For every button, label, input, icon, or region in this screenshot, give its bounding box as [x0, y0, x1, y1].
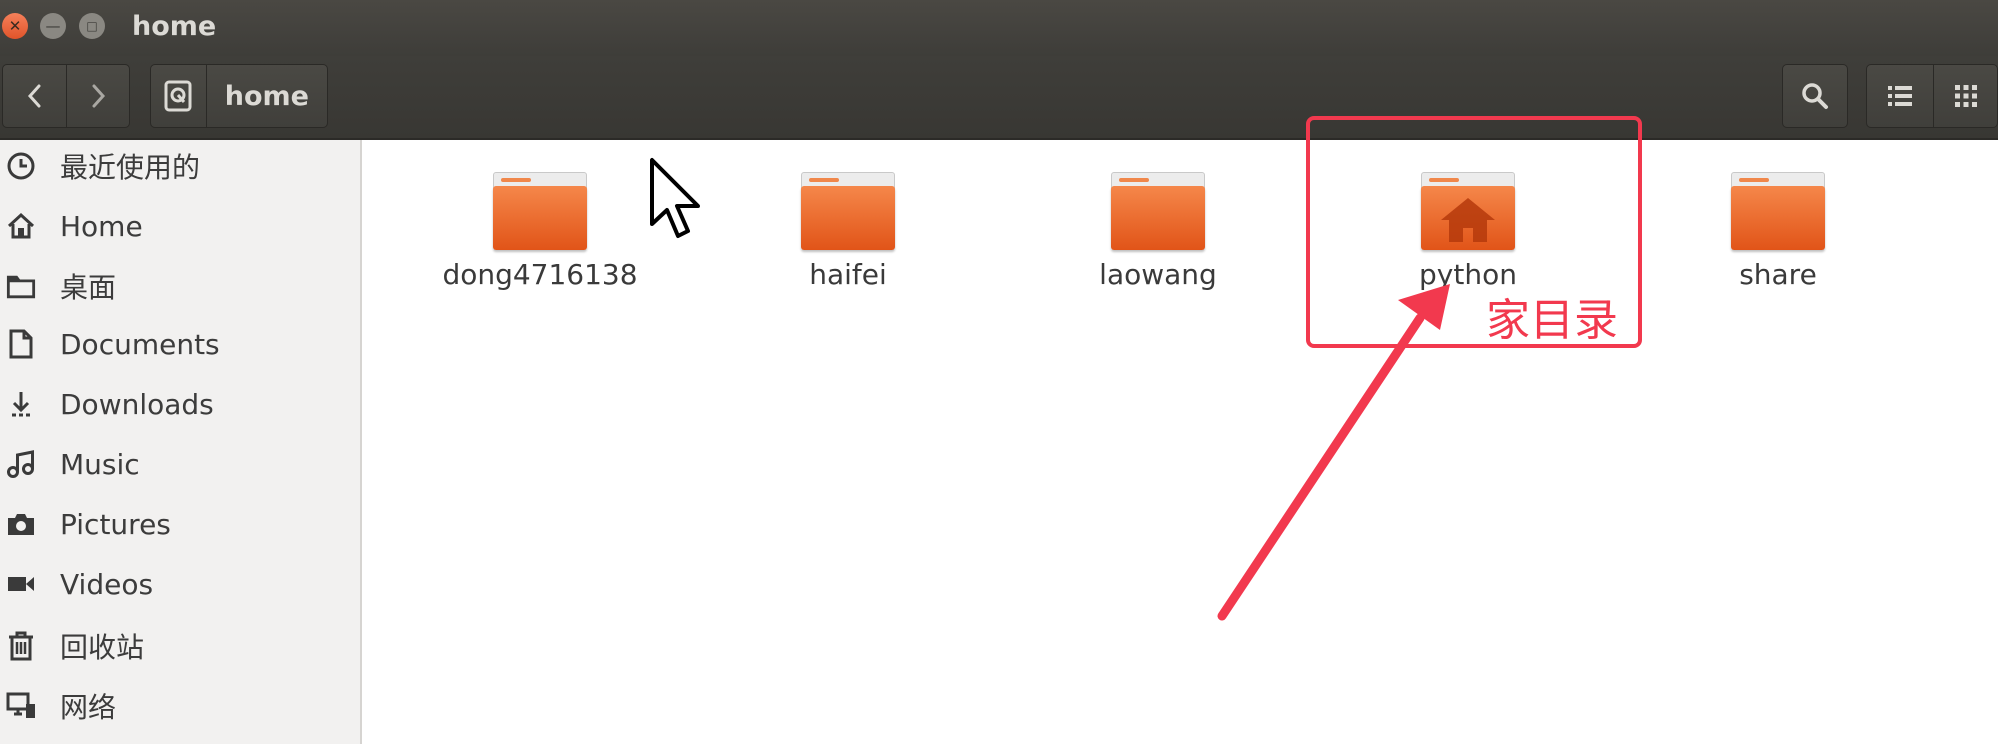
annotation-arrow-icon: [1217, 284, 1450, 621]
annotation-note: 家目录: [1486, 295, 1618, 346]
